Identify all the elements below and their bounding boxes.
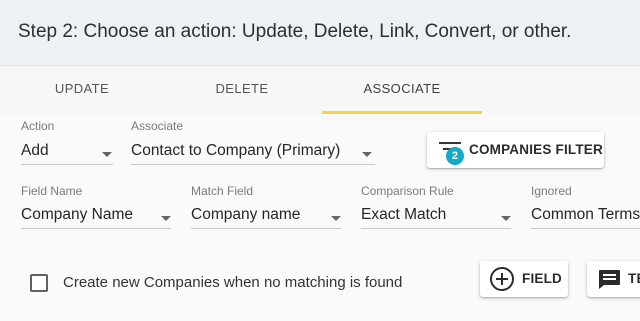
action-underline [21, 164, 113, 165]
tab-delete-label: DELETE [215, 81, 269, 96]
add-field-label: FIELD [522, 271, 562, 286]
tab-associate-label: ASSOCIATE [363, 81, 441, 96]
message-icon [599, 270, 620, 289]
associate-underline [131, 164, 375, 165]
create-new-companies-label: Create new Companies when no matching is… [63, 274, 403, 291]
ignored-underline [531, 228, 640, 229]
chevron-down-icon [362, 152, 372, 157]
comparison-rule-select[interactable]: Comparison Rule Exact Match [361, 184, 511, 230]
tab-update-label: UPDATE [54, 81, 110, 96]
ignored-value: Common Terms [531, 206, 640, 223]
step-title: Step 2: Choose an action: Update, Delete… [18, 21, 572, 42]
chevron-down-icon [102, 152, 112, 157]
tab-delete[interactable]: DELETE [162, 66, 322, 114]
action-value: Add [21, 142, 49, 159]
comparison-rule-label: Comparison Rule [361, 184, 454, 198]
ignored-label: Ignored [531, 184, 572, 198]
match-field-value: Company name [191, 206, 301, 223]
associate-panel: Action Add Associate Contact to Company … [0, 114, 640, 321]
ignored-select[interactable]: Ignored Common Terms [531, 184, 640, 230]
field-name-underline [21, 228, 171, 229]
associate-value: Contact to Company (Primary) [131, 142, 341, 159]
associate-label: Associate [131, 119, 184, 133]
match-field-select[interactable]: Match Field Company name [191, 184, 341, 230]
add-text-button[interactable]: TEXT [587, 261, 640, 297]
field-name-select[interactable]: Field Name Company Name [21, 184, 171, 230]
create-new-companies-checkbox[interactable] [30, 274, 48, 292]
companies-filter-label: COMPANIES FILTER [469, 142, 603, 157]
field-name-label: Field Name [21, 184, 83, 198]
match-field-underline [191, 228, 341, 229]
chevron-down-icon [501, 216, 511, 221]
associate-select[interactable]: Associate Contact to Company (Primary) [131, 119, 375, 165]
chevron-down-icon [331, 216, 341, 221]
action-tabs: UPDATE DELETE ASSOCIATE [0, 66, 640, 114]
add-field-button[interactable]: FIELD [480, 261, 568, 297]
match-field-label: Match Field [191, 184, 254, 198]
action-select[interactable]: Action Add [21, 119, 113, 165]
tab-associate[interactable]: ASSOCIATE [322, 66, 482, 114]
filter-count-badge: 2 [446, 147, 464, 165]
comparison-rule-underline [361, 228, 511, 229]
tab-update[interactable]: UPDATE [2, 66, 162, 114]
step-header: Step 2: Choose an action: Update, Delete… [0, 0, 640, 66]
companies-filter-button[interactable]: 2 COMPANIES FILTER [427, 132, 604, 168]
comparison-rule-value: Exact Match [361, 206, 447, 223]
action-label: Action [21, 119, 55, 133]
add-circle-icon [490, 267, 514, 291]
chevron-down-icon [161, 216, 171, 221]
field-name-value: Company Name [21, 206, 133, 223]
add-text-label: TEXT [628, 271, 640, 286]
